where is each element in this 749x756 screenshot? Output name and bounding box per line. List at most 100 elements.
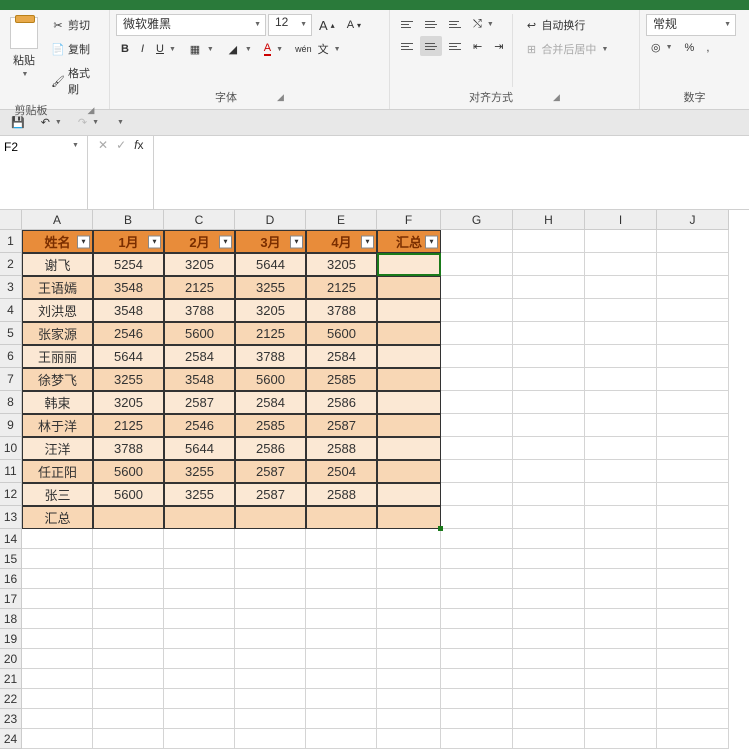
cell[interactable]	[22, 609, 93, 629]
cell[interactable]	[441, 460, 513, 483]
column-header[interactable]: H	[513, 210, 585, 230]
cell[interactable]	[657, 391, 729, 414]
cell[interactable]: 5600	[93, 483, 164, 506]
cell[interactable]	[441, 437, 513, 460]
cell[interactable]	[657, 649, 729, 669]
cell[interactable]	[441, 345, 513, 368]
cell[interactable]: 3255	[235, 276, 306, 299]
cell[interactable]	[22, 649, 93, 669]
cell[interactable]	[235, 549, 306, 569]
cell[interactable]	[441, 629, 513, 649]
row-header[interactable]: 6	[0, 345, 22, 368]
column-header[interactable]: B	[93, 210, 164, 230]
cell[interactable]	[585, 549, 657, 569]
row-header[interactable]: 23	[0, 709, 22, 729]
cell[interactable]	[513, 729, 585, 749]
cell[interactable]	[377, 629, 441, 649]
cell[interactable]	[441, 230, 513, 253]
row-header[interactable]: 7	[0, 368, 22, 391]
cell[interactable]	[657, 230, 729, 253]
cell[interactable]	[657, 529, 729, 549]
cell[interactable]	[377, 549, 441, 569]
cell[interactable]	[22, 689, 93, 709]
cell[interactable]	[93, 709, 164, 729]
cell[interactable]	[441, 609, 513, 629]
phonetic-button[interactable]: wén文▼	[290, 38, 345, 60]
cell[interactable]	[585, 299, 657, 322]
cell[interactable]	[93, 529, 164, 549]
cell[interactable]	[377, 689, 441, 709]
cell[interactable]	[513, 414, 585, 437]
cell[interactable]	[441, 529, 513, 549]
cell[interactable]: 3205	[306, 253, 377, 276]
cell[interactable]: 2587	[235, 460, 306, 483]
dialog-launcher[interactable]: ◢	[553, 92, 560, 103]
cell[interactable]	[164, 729, 235, 749]
cell[interactable]	[441, 391, 513, 414]
cell[interactable]	[657, 345, 729, 368]
cell[interactable]	[377, 460, 441, 483]
filter-dropdown-icon[interactable]: ▾	[219, 235, 232, 248]
decrease-font-button[interactable]: A▾	[342, 16, 366, 34]
cancel-formula-icon[interactable]: ✕	[98, 138, 108, 152]
cell[interactable]: 2584	[164, 345, 235, 368]
cell[interactable]	[657, 437, 729, 460]
cell[interactable]	[657, 414, 729, 437]
align-center-button[interactable]	[420, 36, 442, 56]
cell[interactable]	[513, 549, 585, 569]
cell[interactable]	[306, 529, 377, 549]
cell[interactable]	[441, 729, 513, 749]
row-header[interactable]: 13	[0, 506, 22, 529]
cell[interactable]	[513, 437, 585, 460]
cell[interactable]	[513, 391, 585, 414]
cell[interactable]: 5644	[164, 437, 235, 460]
fill-color-button[interactable]: ◢▼	[221, 39, 257, 59]
fx-icon[interactable]: fx	[134, 138, 143, 152]
cell[interactable]	[22, 549, 93, 569]
wrap-text-button[interactable]: ↩自动换行	[519, 14, 613, 36]
cell[interactable]	[657, 729, 729, 749]
cell[interactable]	[235, 569, 306, 589]
cell[interactable]: 王丽丽	[22, 345, 93, 368]
cell[interactable]	[585, 589, 657, 609]
cell[interactable]	[585, 253, 657, 276]
cell[interactable]	[377, 253, 441, 276]
cell[interactable]: 3548	[93, 276, 164, 299]
cell[interactable]	[22, 629, 93, 649]
cell[interactable]	[22, 589, 93, 609]
row-header[interactable]: 14	[0, 529, 22, 549]
cell[interactable]	[306, 569, 377, 589]
cell[interactable]: 汇总▾	[377, 230, 441, 253]
row-header[interactable]: 1	[0, 230, 22, 253]
filter-dropdown-icon[interactable]: ▾	[425, 235, 438, 248]
align-middle-button[interactable]	[420, 14, 442, 34]
cell[interactable]: 2586	[306, 391, 377, 414]
column-header[interactable]: F	[377, 210, 441, 230]
cell[interactable]	[441, 368, 513, 391]
cell[interactable]	[441, 589, 513, 609]
percent-button[interactable]: %	[680, 39, 700, 57]
row-header[interactable]: 21	[0, 669, 22, 689]
cell[interactable]	[306, 689, 377, 709]
cell[interactable]: 2585	[235, 414, 306, 437]
cell[interactable]: 2585	[306, 368, 377, 391]
number-format-select[interactable]: 常规▼	[646, 14, 736, 36]
cell[interactable]: 2584	[235, 391, 306, 414]
cell[interactable]: 2125	[164, 276, 235, 299]
cell[interactable]	[513, 230, 585, 253]
cell[interactable]	[585, 322, 657, 345]
cell[interactable]	[441, 414, 513, 437]
spreadsheet-grid[interactable]: ABCDEFGHIJ 12345678910111213141516171819…	[0, 210, 749, 756]
cell[interactable]	[306, 649, 377, 669]
cell[interactable]: 4月▾	[306, 230, 377, 253]
cell[interactable]: 3788	[93, 437, 164, 460]
row-header[interactable]: 17	[0, 589, 22, 609]
cell[interactable]	[585, 709, 657, 729]
row-header[interactable]: 16	[0, 569, 22, 589]
cell[interactable]	[513, 589, 585, 609]
row-header[interactable]: 10	[0, 437, 22, 460]
cell[interactable]	[513, 669, 585, 689]
cell[interactable]: 5600	[306, 322, 377, 345]
enter-formula-icon[interactable]: ✓	[116, 138, 126, 152]
cell[interactable]: 王语嫣	[22, 276, 93, 299]
